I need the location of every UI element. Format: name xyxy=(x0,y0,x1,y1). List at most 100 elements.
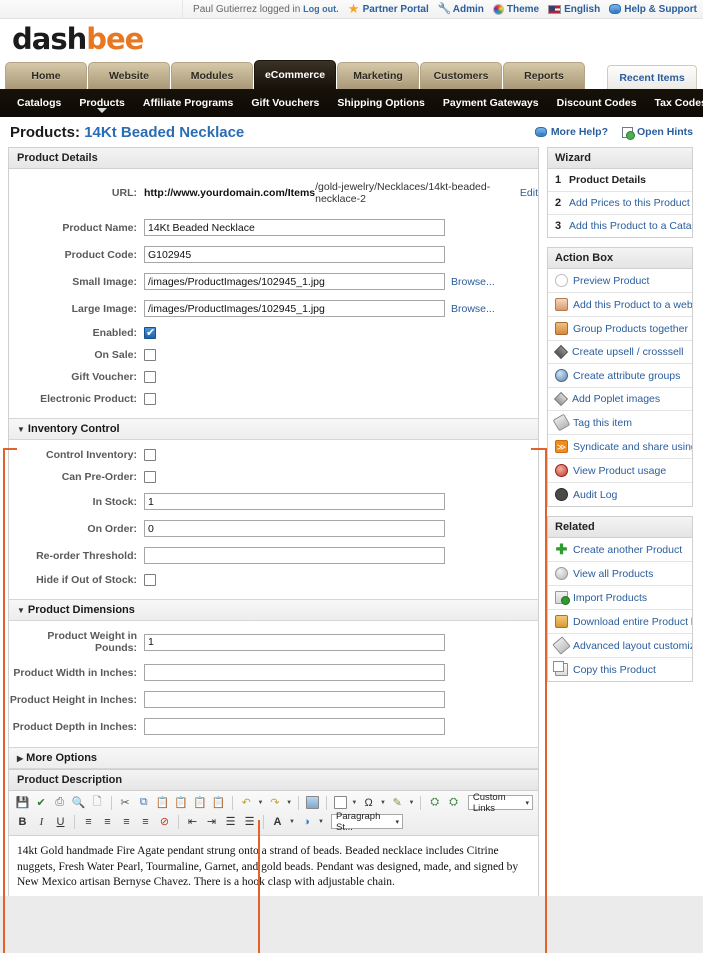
admin-link[interactable]: 🔧 Admin xyxy=(438,3,484,15)
paragraph-style-select[interactable]: Paragraph St... xyxy=(331,811,403,833)
unordered-list-icon[interactable]: ☰ xyxy=(241,814,258,830)
highlight-dropdown-arrow-icon[interactable]: ▼ xyxy=(317,819,325,825)
copy-icon[interactable]: ⧉ xyxy=(135,795,152,811)
open-hints-link[interactable]: Open Hints xyxy=(621,126,693,140)
undo-dropdown-arrow-icon[interactable]: ▼ xyxy=(257,800,265,806)
align-justify-icon[interactable]: ≡ xyxy=(137,814,154,830)
action-syndicate-rss[interactable]: ≫ Syndicate and share using RSS xyxy=(548,435,692,459)
italic-icon[interactable]: I xyxy=(33,814,50,830)
help-support-link[interactable]: Help & Support xyxy=(609,4,697,15)
action-view-product-usage[interactable]: View Product usage xyxy=(548,459,692,483)
paste-text-icon[interactable]: 📋 xyxy=(191,795,208,811)
custom-links-select[interactable]: Custom Links xyxy=(467,792,533,814)
insert-link-icon[interactable]: ⛭ xyxy=(426,795,443,811)
on-order-input[interactable] xyxy=(144,520,445,537)
product-width-input[interactable] xyxy=(144,664,445,681)
subnav-item-payment-gateways[interactable]: Payment Gateways xyxy=(434,97,548,109)
cut-icon[interactable]: ✂ xyxy=(117,795,134,811)
tab-home[interactable]: Home xyxy=(5,62,87,89)
action-create-attribute-groups[interactable]: Create attribute groups xyxy=(548,364,692,388)
on-sale-checkbox[interactable] xyxy=(144,349,156,361)
action-audit-log[interactable]: Audit Log xyxy=(548,483,692,506)
related-create-another-product[interactable]: ✚ Create another Product xyxy=(548,538,692,562)
action-add-to-web-page[interactable]: Add this Product to a web page xyxy=(548,293,692,317)
tab-customers[interactable]: Customers xyxy=(420,62,502,89)
more-options-header[interactable]: ▶ More Options xyxy=(9,747,538,769)
language-link[interactable]: English xyxy=(548,4,600,15)
more-help-link[interactable]: More Help? xyxy=(534,126,608,138)
control-inventory-checkbox[interactable] xyxy=(144,449,156,461)
hide-out-of-stock-checkbox[interactable] xyxy=(144,574,156,586)
undo-icon[interactable]: ↶ xyxy=(238,795,255,811)
tab-ecommerce[interactable]: eCommerce xyxy=(254,60,336,89)
remove-format-icon[interactable]: ⊘ xyxy=(156,814,173,830)
font-color-dropdown-arrow-icon[interactable]: ▼ xyxy=(288,819,296,825)
theme-link[interactable]: Theme xyxy=(492,3,539,15)
enabled-checkbox[interactable] xyxy=(144,326,156,340)
font-color-icon[interactable]: A xyxy=(269,814,286,830)
inventory-control-header[interactable]: ▼ Inventory Control xyxy=(9,418,538,440)
product-code-input[interactable] xyxy=(144,246,445,263)
subnav-item-tax-codes[interactable]: Tax Codes xyxy=(646,97,703,109)
in-stock-input[interactable] xyxy=(144,493,445,510)
product-height-input[interactable] xyxy=(144,691,445,708)
redo-dropdown-arrow-icon[interactable]: ▼ xyxy=(285,800,293,806)
product-dimensions-header[interactable]: ▼ Product Dimensions xyxy=(9,599,538,621)
find-icon[interactable]: 🔍 xyxy=(70,795,87,811)
spellcheck-icon[interactable]: ✔ xyxy=(33,795,50,811)
url-edit-link[interactable]: Edit xyxy=(520,187,538,199)
subnav-item-gift-vouchers[interactable]: Gift Vouchers xyxy=(242,97,328,109)
subnav-item-products[interactable]: Products xyxy=(70,97,134,109)
save-icon[interactable]: 💾 xyxy=(14,795,31,811)
small-image-input[interactable] xyxy=(144,273,445,290)
can-preorder-checkbox[interactable] xyxy=(144,471,156,483)
paste-special-icon[interactable]: 📋 xyxy=(210,795,227,811)
large-image-input[interactable] xyxy=(144,300,445,317)
paste-word-icon[interactable]: 📋 xyxy=(173,795,190,811)
table-dropdown-arrow-icon[interactable]: ▼ xyxy=(350,800,358,806)
action-group-products[interactable]: Group Products together xyxy=(548,317,692,341)
subnav-item-shipping-options[interactable]: Shipping Options xyxy=(328,97,434,109)
action-preview-product[interactable]: Preview Product xyxy=(548,269,692,293)
outdent-icon[interactable]: ⇤ xyxy=(184,814,201,830)
action-tag-this-item[interactable]: Tag this item xyxy=(548,411,692,435)
tab-marketing[interactable]: Marketing xyxy=(337,62,419,89)
action-add-poplet-images[interactable]: Add Poplet images xyxy=(548,388,692,411)
related-view-all-products[interactable]: View all Products xyxy=(548,562,692,586)
partner-portal-link[interactable]: ★ Partner Portal xyxy=(348,2,429,15)
insert-table-icon[interactable] xyxy=(332,795,349,811)
logout-link[interactable]: Log out. xyxy=(303,4,339,14)
tab-website[interactable]: Website xyxy=(88,62,170,89)
redo-icon[interactable]: ↷ xyxy=(266,795,283,811)
large-image-browse-button[interactable]: Browse... xyxy=(451,303,495,315)
related-advanced-layout[interactable]: Advanced layout customization xyxy=(548,634,692,658)
subnav-item-catalogs[interactable]: Catalogs xyxy=(8,97,70,109)
related-copy-this-product[interactable]: Copy this Product xyxy=(548,658,692,681)
remove-link-icon[interactable]: ⛭ xyxy=(445,795,462,811)
subnav-item-affiliate-programs[interactable]: Affiliate Programs xyxy=(134,97,242,109)
related-download-product-list[interactable]: Download entire Product list xyxy=(548,610,692,634)
related-import-products[interactable]: Import Products xyxy=(548,586,692,610)
new-document-icon[interactable]: 🗋 xyxy=(89,795,106,811)
gift-voucher-checkbox[interactable] xyxy=(144,371,156,383)
subnav-item-discount-codes[interactable]: Discount Codes xyxy=(548,97,646,109)
product-depth-input[interactable] xyxy=(144,718,445,735)
special-character-icon[interactable]: Ω xyxy=(360,795,377,811)
wizard-item-add-prices[interactable]: 2 Add Prices to this Product xyxy=(548,192,692,215)
format-painter-icon[interactable]: ✎ xyxy=(389,795,406,811)
app-logo[interactable]: dashbee xyxy=(12,22,144,56)
recent-items-tab[interactable]: Recent Items xyxy=(607,65,697,89)
wizard-item-add-to-catalog[interactable]: 3 Add this Product to a Catalog xyxy=(548,215,692,237)
product-name-input[interactable] xyxy=(144,219,445,236)
reorder-threshold-input[interactable] xyxy=(144,547,445,564)
insert-image-icon[interactable] xyxy=(304,795,321,811)
small-image-browse-button[interactable]: Browse... xyxy=(451,276,495,288)
align-left-icon[interactable]: ≡ xyxy=(80,814,97,830)
paste-icon[interactable]: 📋 xyxy=(154,795,171,811)
ordered-list-icon[interactable]: ☰ xyxy=(222,814,239,830)
indent-icon[interactable]: ⇥ xyxy=(203,814,220,830)
electronic-product-checkbox[interactable] xyxy=(144,393,156,405)
align-center-icon[interactable]: ≡ xyxy=(99,814,116,830)
product-weight-input[interactable] xyxy=(144,633,445,651)
print-icon[interactable]: ⎙ xyxy=(51,795,68,811)
